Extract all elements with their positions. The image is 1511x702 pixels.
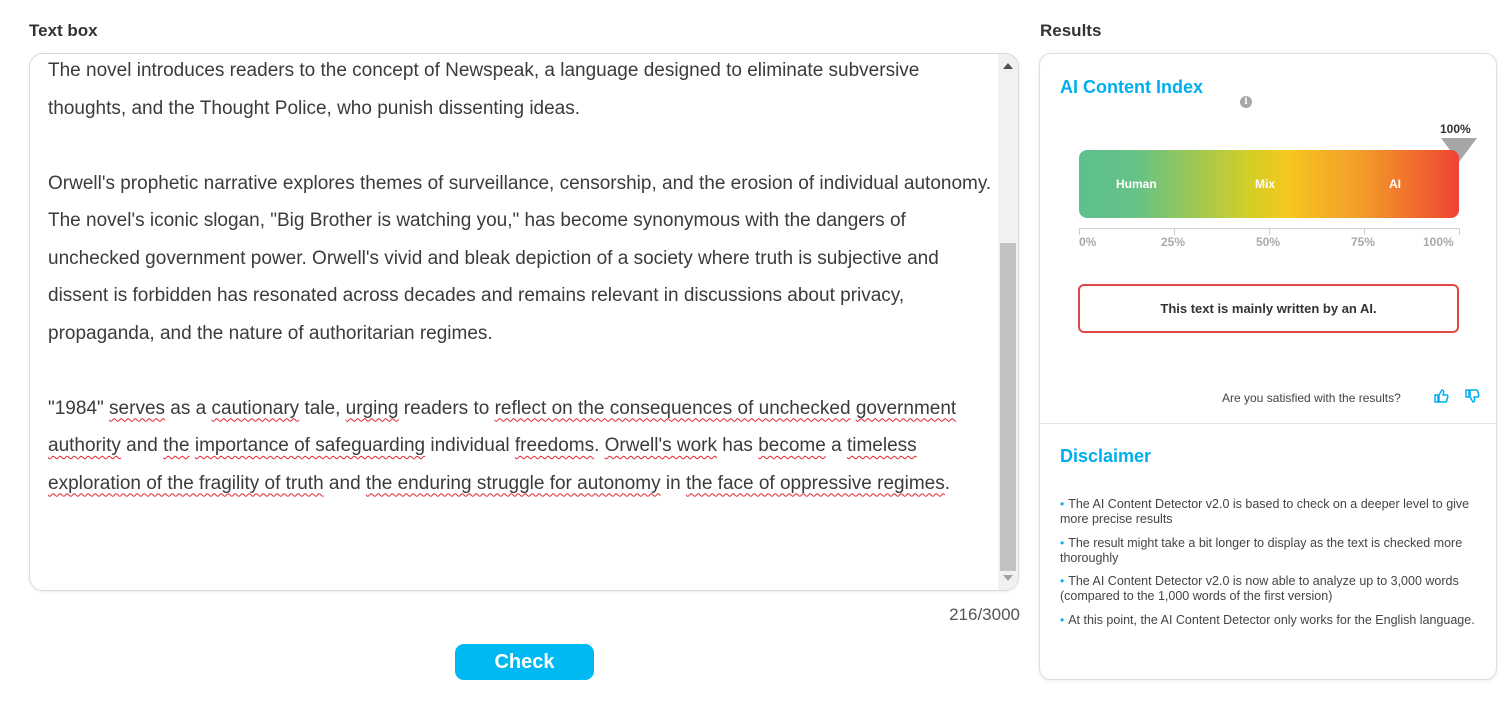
disclaimer-item: • The result might take a bit longer to d… — [1060, 536, 1480, 566]
text-content[interactable]: The novel introduces readers to the conc… — [48, 54, 998, 503]
ai-content-index-title-text: AI Content Index — [1060, 77, 1203, 97]
scroll-down-arrow-icon[interactable] — [1003, 575, 1013, 581]
flagged-text-segment: importance of safeguarding — [194, 435, 426, 456]
scale-tick — [1174, 228, 1175, 235]
gauge-label-human: Human — [1116, 177, 1157, 191]
text-input-area[interactable]: The novel introduces readers to the conc… — [29, 53, 1019, 591]
scale-tick — [1459, 228, 1460, 235]
scale-tick-label: 75% — [1351, 235, 1376, 249]
disclaimer-item: • At this point, the AI Content Detector … — [1060, 613, 1480, 628]
text-segment: tale, — [299, 397, 346, 419]
scale-tick — [1364, 228, 1365, 235]
results-label: Results — [1040, 21, 1102, 40]
text-box-label: Text box — [29, 21, 98, 40]
text-paragraph: Orwell's prophetic narrative explores th… — [48, 165, 998, 353]
text-segment: individual — [425, 435, 515, 456]
percentage-label: 100% — [1440, 122, 1471, 136]
disclaimer-title: Disclaimer — [1060, 446, 1152, 466]
disclaimer-item-text: The AI Content Detector v2.0 is now able… — [1060, 574, 1459, 603]
scale-tick — [1079, 228, 1080, 235]
scale-tick — [1269, 228, 1270, 235]
flagged-text-segment: the enduring struggle for autonomy — [365, 472, 661, 494]
flagged-text-segment: become — [758, 435, 826, 456]
scale-tick-label: 50% — [1256, 235, 1281, 249]
flagged-text-segment: urging — [345, 397, 399, 419]
text-paragraph: The novel introduces readers to the conc… — [48, 54, 998, 127]
scale-tick-label: 0% — [1079, 235, 1097, 249]
flagged-text-segment: reflect on the consequences of unchecked — [494, 397, 851, 419]
flagged-text-segment: the face of oppressive regimes — [685, 472, 945, 494]
thumbs-down-icon[interactable] — [1464, 388, 1480, 404]
bullet-icon: • — [1060, 612, 1065, 627]
check-button[interactable]: Check — [455, 644, 594, 680]
scale-tick-label: 100% — [1423, 235, 1454, 249]
gauge-label-ai: AI — [1389, 177, 1401, 191]
text-segment: . — [594, 435, 605, 456]
verdict-box: This text is mainly written by an AI. — [1078, 284, 1459, 333]
text-segment: Orwell's prophetic narrative explores th… — [48, 172, 992, 344]
ai-gauge-bar: Human Mix AI — [1079, 150, 1459, 218]
ai-content-index-title: AI Content Index i — [1060, 77, 1252, 108]
gauge-label-mix: Mix — [1255, 177, 1276, 191]
disclaimer-item-text: The result might take a bit longer to di… — [1060, 535, 1463, 565]
flagged-text-segment: the — [163, 435, 190, 456]
disclaimer-item: • The AI Content Detector v2.0 is now abl… — [1060, 574, 1480, 604]
text-segment: and — [323, 472, 366, 494]
text-segment: "1984" — [48, 397, 110, 419]
bullet-icon: • — [1060, 497, 1065, 511]
feedback-prompt: Are you satisfied with the results? — [1222, 391, 1401, 405]
results-panel: AI Content Index i 100% Human Mix AI 0% 2… — [1039, 53, 1497, 680]
word-counter: 216/3000 — [949, 605, 1020, 624]
scroll-thumb[interactable] — [1000, 243, 1016, 571]
text-segment: readers to — [398, 397, 495, 419]
info-icon[interactable]: i — [1240, 96, 1252, 108]
scroll-up-arrow-icon[interactable] — [1003, 63, 1013, 69]
divider — [1040, 423, 1496, 424]
text-segment: has — [717, 435, 759, 456]
bullet-icon: • — [1060, 535, 1065, 550]
text-segment: The novel introduces readers to the conc… — [48, 60, 920, 119]
flagged-text-segment: freedoms — [514, 435, 595, 456]
flagged-text-segment: serves — [109, 397, 166, 419]
thumbs-up-icon[interactable] — [1433, 388, 1449, 404]
disclaimer-item: • The AI Content Detector v2.0 is based t… — [1060, 497, 1480, 527]
scale-tick-label: 25% — [1161, 235, 1186, 249]
flagged-text-segment: cautionary — [211, 397, 300, 419]
scrollbar[interactable] — [998, 54, 1018, 590]
text-segment: as a — [165, 397, 212, 419]
text-segment: in — [660, 472, 686, 494]
disclaimer-item-text: At this point, the AI Content Detector o… — [1068, 612, 1475, 627]
flagged-text-segment: Orwell's work — [604, 435, 718, 456]
disclaimer-item-text: The AI Content Detector v2.0 is based to… — [1060, 497, 1470, 526]
text-segment: and — [120, 435, 164, 456]
disclaimer-list: • The AI Content Detector v2.0 is based t… — [1060, 497, 1480, 636]
text-paragraph: "1984" serves as a cautionary tale, urgi… — [48, 390, 998, 503]
text-segment: a — [825, 435, 847, 456]
bullet-icon: • — [1060, 574, 1065, 588]
text-segment: . — [944, 472, 950, 494]
